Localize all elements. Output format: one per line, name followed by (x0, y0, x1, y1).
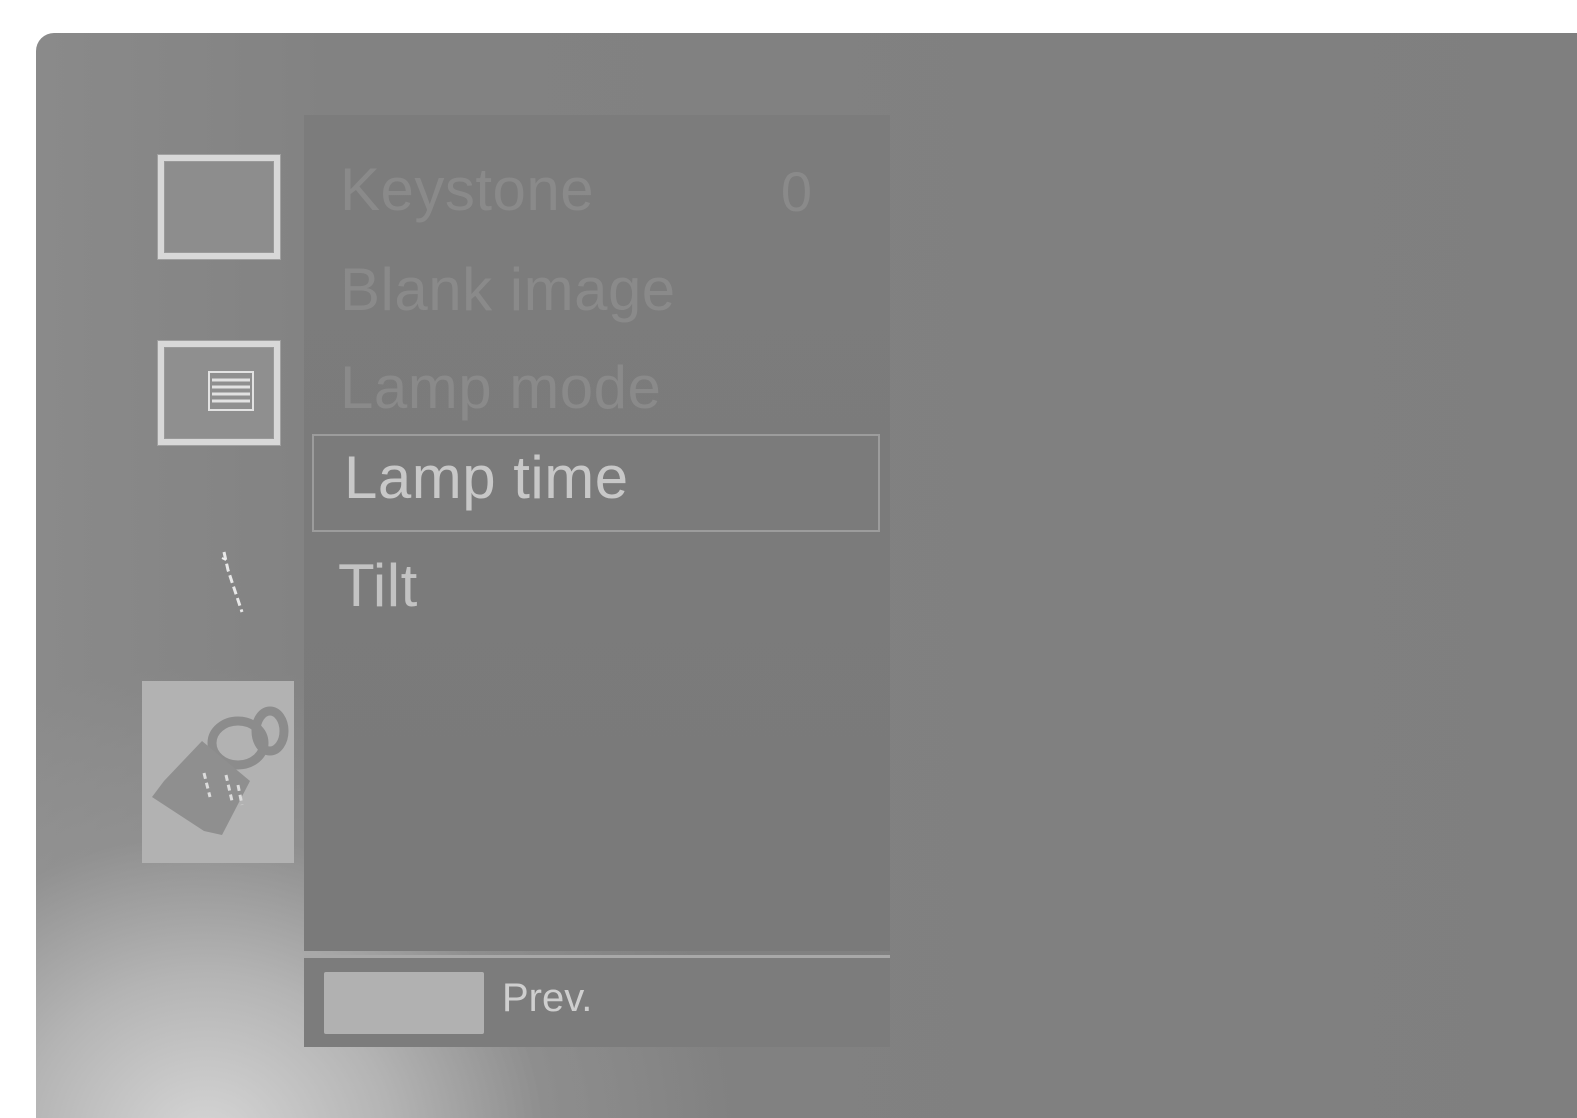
prev-key-indicator[interactable] (324, 972, 484, 1034)
menu-item-tilt[interactable]: Tilt (338, 551, 418, 620)
keystone-value: 0 (780, 160, 812, 223)
menu-item-lamp-mode[interactable]: Lamp mode (340, 353, 661, 422)
menu-item-lamp-time[interactable]: Lamp time (344, 443, 629, 512)
category-icon-column (36, 33, 306, 1118)
prev-label: Prev. (502, 976, 593, 1020)
tool-icon[interactable] (214, 548, 250, 618)
list-lines-icon (208, 371, 254, 411)
menu-item-blank-image[interactable]: Blank image (340, 255, 676, 324)
menu-list-icon[interactable] (158, 341, 280, 445)
menu-item-keystone[interactable]: Keystone (340, 155, 594, 224)
osd-screen: Keystone 0 Blank image Lamp mode Lamp ti… (36, 33, 1577, 1118)
picture-icon[interactable] (158, 155, 280, 259)
special-icon[interactable] (142, 681, 294, 863)
menu-panel: Keystone 0 Blank image Lamp mode Lamp ti… (304, 115, 890, 951)
bottom-hint-bar: Prev. (304, 955, 890, 1047)
